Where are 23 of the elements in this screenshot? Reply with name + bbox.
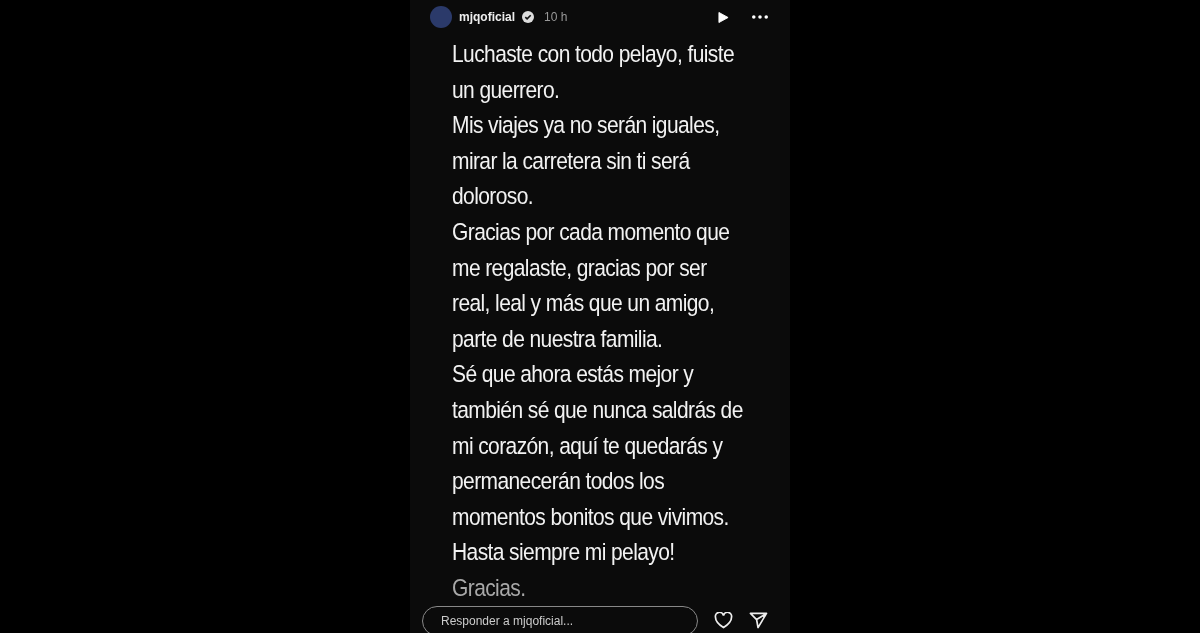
story-text-line: doloroso. — [452, 182, 534, 211]
story-text-line: Gracias. — [452, 573, 527, 603]
post-time: 10 h — [544, 10, 568, 24]
story-text-line: real, leal y más que un amigo, — [452, 289, 716, 318]
story-text-line: un guerrero. — [452, 75, 561, 105]
story-text-line: también sé que nunca saldrás de — [452, 395, 744, 425]
story-text-line: mirar la carretera sin ti será — [452, 146, 691, 175]
story-text-line: momentos bonitos que vivimos. — [452, 502, 730, 532]
story-text-line: Hasta siempre mi pelayo! — [452, 538, 676, 567]
story-text-line: Gracias por cada momento que — [452, 217, 731, 247]
story-text-line: mi corazón, aquí te quedarás y — [452, 431, 724, 461]
play-icon[interactable] — [718, 10, 729, 24]
story-text-line: permanecerán todos los — [452, 466, 666, 496]
username[interactable]: mjqoficial — [459, 10, 515, 24]
reply-input-field[interactable]: Responder a mjqoficial... — [422, 605, 698, 633]
story-text-line: parte de nuestra familia. — [452, 324, 664, 354]
send-icon[interactable] — [749, 612, 768, 629]
story-text-line: Mis viajes ya no serán iguales, — [452, 111, 721, 140]
more-icon[interactable] — [752, 15, 768, 19]
story-text-line: Luchaste con todo pelayo, fuiste — [452, 39, 735, 69]
story-text-line: Sé que ahora estás mejor y — [452, 360, 695, 389]
story-text-line: me regalaste, gracias por ser — [452, 253, 708, 283]
heart-icon[interactable] — [714, 612, 733, 629]
